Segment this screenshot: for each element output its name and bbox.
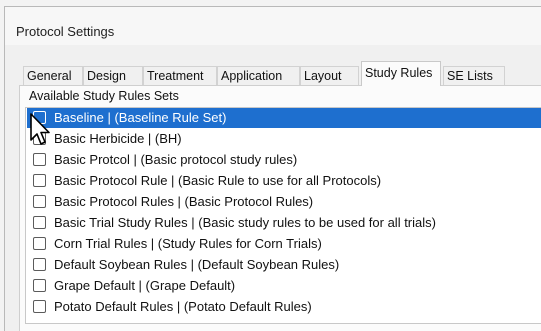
rule-label: Baseline | (Baseline Rule Set) bbox=[54, 110, 227, 125]
rule-checkbox[interactable] bbox=[33, 195, 46, 208]
study-rules-panel: Available Study Rules Sets Baseline | (B… bbox=[19, 85, 541, 331]
rule-label: Basic Trial Study Rules | (Basic study r… bbox=[54, 215, 436, 230]
tab-se-lists[interactable]: SE Lists bbox=[443, 66, 505, 85]
tab-general[interactable]: General bbox=[23, 66, 83, 85]
rule-label: Basic Protcol | (Basic protocol study ru… bbox=[54, 152, 298, 167]
rule-label: Potato Default Rules | (Potato Default R… bbox=[54, 299, 312, 314]
available-study-rules-label: Available Study Rules Sets bbox=[27, 89, 181, 103]
tab-design[interactable]: Design bbox=[83, 66, 143, 85]
rule-label: Default Soybean Rules | (Default Soybean… bbox=[54, 257, 340, 272]
rule-item-baseline[interactable]: Baseline | (Baseline Rule Set) bbox=[27, 108, 541, 128]
tab-treatment[interactable]: Treatment bbox=[143, 66, 217, 85]
mouse-pointer-icon bbox=[30, 113, 50, 145]
rule-checkbox[interactable] bbox=[33, 237, 46, 250]
window-title: Protocol Settings bbox=[16, 24, 115, 39]
rule-checkbox[interactable] bbox=[33, 216, 46, 229]
tab-study-rules[interactable]: Study Rules bbox=[361, 61, 441, 86]
rule-label: Grape Default | (Grape Default) bbox=[54, 278, 236, 293]
rule-checkbox[interactable] bbox=[33, 174, 46, 187]
rule-item-basic-protocol-rule[interactable]: Basic Protocol Rule | (Basic Rule to use… bbox=[27, 171, 541, 191]
rule-label: Basic Herbicide | (BH) bbox=[54, 131, 182, 146]
rule-label: Basic Protocol Rules | (Basic Protocol R… bbox=[54, 194, 314, 209]
tab-strip: General Design Treatment Application Lay… bbox=[23, 61, 541, 86]
rule-label: Corn Trial Rules | (Study Rules for Corn… bbox=[54, 236, 322, 251]
tab-layout[interactable]: Layout bbox=[300, 66, 359, 85]
rule-checkbox[interactable] bbox=[33, 258, 46, 271]
rule-item-basic-protcol[interactable]: Basic Protcol | (Basic protocol study ru… bbox=[27, 150, 541, 170]
study-rules-list[interactable]: Baseline | (Baseline Rule Set) Basic Her… bbox=[25, 107, 541, 324]
rule-item-basic-trial-study-rules[interactable]: Basic Trial Study Rules | (Basic study r… bbox=[27, 213, 541, 233]
title-bar[interactable]: Protocol Settings bbox=[5, 7, 541, 45]
rule-item-grape-default[interactable]: Grape Default | (Grape Default) bbox=[27, 276, 541, 296]
rule-item-basic-protocol-rules[interactable]: Basic Protocol Rules | (Basic Protocol R… bbox=[27, 192, 541, 212]
rule-item-default-soybean-rules[interactable]: Default Soybean Rules | (Default Soybean… bbox=[27, 255, 541, 275]
rule-item-corn-trial-rules[interactable]: Corn Trial Rules | (Study Rules for Corn… bbox=[27, 234, 541, 254]
rule-label: Basic Protocol Rule | (Basic Rule to use… bbox=[54, 173, 382, 188]
protocol-settings-window: Protocol Settings General Design Treatme… bbox=[4, 6, 541, 331]
rule-checkbox[interactable] bbox=[33, 279, 46, 292]
tab-application[interactable]: Application bbox=[217, 66, 300, 85]
rule-checkbox[interactable] bbox=[33, 300, 46, 313]
rule-item-potato-default-rules[interactable]: Potato Default Rules | (Potato Default R… bbox=[27, 297, 541, 317]
rule-checkbox[interactable] bbox=[33, 153, 46, 166]
rule-item-basic-herbicide[interactable]: Basic Herbicide | (BH) bbox=[27, 129, 541, 149]
